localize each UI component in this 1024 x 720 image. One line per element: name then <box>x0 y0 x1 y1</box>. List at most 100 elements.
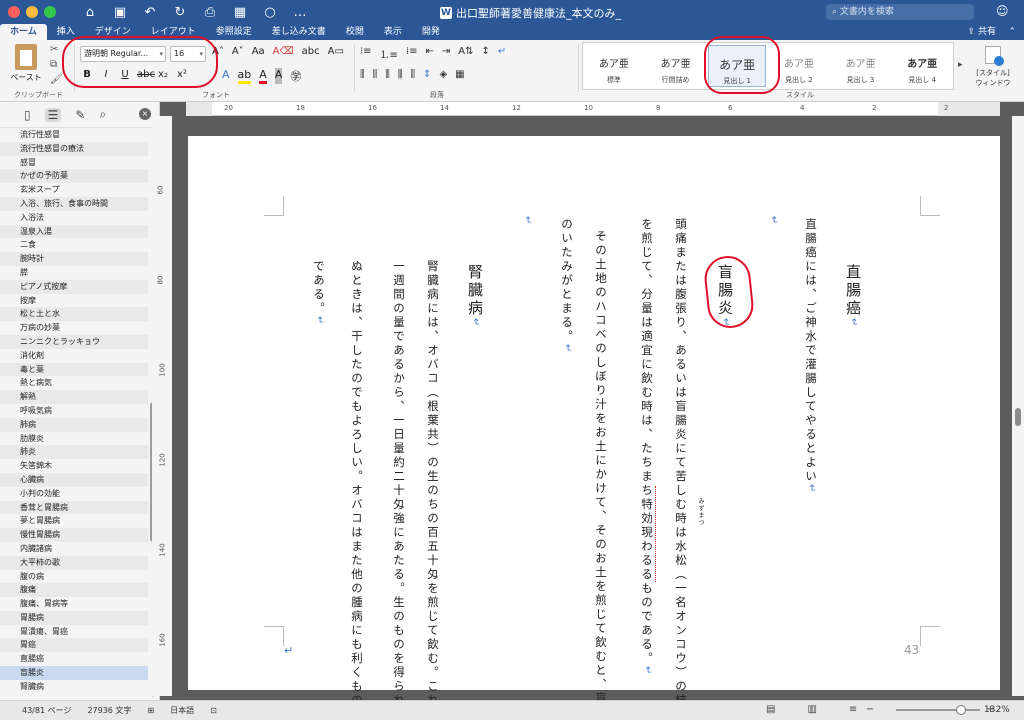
search-input[interactable]: ⌕ 文書内を検索 <box>826 4 974 20</box>
sidebar-item[interactable]: 按摩 <box>0 294 148 308</box>
sidebar-item[interactable]: 流行性感冒 <box>0 128 148 142</box>
text-line[interactable]: 頭痛または腹張り、あるいは盲腸炎にて苦しむ時は水松（一名オンコウ）の枝 <box>672 218 690 708</box>
shrink-font-icon[interactable]: A˅ <box>232 46 244 57</box>
text-line[interactable]: その土地のハコベのしぼり汁をお土にかけて、そのお土を煎じて飲むと、盲腸 <box>592 230 610 720</box>
tab-mailings[interactable]: 差し込み文書 <box>262 24 336 40</box>
close-window-button[interactable] <box>8 6 20 18</box>
gallery-more-icon[interactable]: ▸ <box>958 60 963 70</box>
sidebar-item[interactable]: 肺炎 <box>0 445 148 460</box>
character-shading-icon[interactable]: A <box>274 68 283 84</box>
sidebar-item[interactable]: 万病の妙薬 <box>0 321 148 335</box>
track-changes-icon[interactable]: ⊡ <box>210 706 217 715</box>
sidebar-item[interactable]: 腹痛 <box>0 583 148 598</box>
page-count[interactable]: 43/81 ページ <box>22 705 71 716</box>
more-icon[interactable]: … <box>292 5 308 20</box>
tab-view[interactable]: 表示 <box>374 24 412 40</box>
search-icon[interactable]: ⌕ <box>99 107 106 122</box>
text-line[interactable]: ぬときは、干したのでもよろしい。オバコはまた他の腫病にも利くもの <box>348 260 366 708</box>
sidebar-item[interactable]: 入浴、旅行、食事の時間 <box>0 196 148 211</box>
distribute-icon[interactable]: ⫼ <box>410 69 415 80</box>
justify-icon[interactable]: ⫼ <box>397 69 403 80</box>
styles-pane-button[interactable]: [スタイル] ウィンドウ <box>968 46 1018 88</box>
sidebar-item[interactable]: 入浴法 <box>0 211 148 225</box>
sidebar-item[interactable]: 腕時計 <box>0 252 148 266</box>
home-icon[interactable]: ⌂ <box>82 5 98 20</box>
print-layout-icon[interactable]: ▤ <box>766 704 775 715</box>
sidebar-item[interactable]: ニンニクとラッキョウ <box>0 334 148 349</box>
sidebar-item[interactable]: 腹痛、胃病等 <box>0 597 148 611</box>
sidebar-item[interactable]: 温泉入湯 <box>0 224 148 239</box>
text-line[interactable]: のいたみがとまる。↵ <box>558 218 576 355</box>
vertical-ruler[interactable]: 60 80 100 120 140 160 <box>152 116 172 696</box>
draft-view-icon[interactable]: ≡ <box>849 704 857 715</box>
style-heading-3[interactable]: あア亜 見出し 3 <box>832 45 890 87</box>
sidebar-item[interactable]: 二食 <box>0 238 148 252</box>
sidebar-item[interactable]: 内臓諸病 <box>0 542 148 556</box>
sidebar-item[interactable]: 呼吸気病 <box>0 404 148 418</box>
save-icon[interactable]: ▣ <box>112 5 128 20</box>
word-count[interactable]: 27936 文字 <box>87 705 131 716</box>
horizontal-ruler[interactable]: 20 18 16 14 12 10 8 6 4 2 2 <box>186 102 1000 116</box>
numbering-icon[interactable]: ⒈≡ <box>380 46 398 61</box>
character-border-icon[interactable]: A▭ <box>328 46 344 57</box>
sidebar-item[interactable]: 解熱 <box>0 390 148 404</box>
tab-developer[interactable]: 開発 <box>412 24 450 40</box>
language-status[interactable]: 日本語 <box>170 705 194 716</box>
sidebar-item[interactable]: 胃潰瘍、胃癌 <box>0 625 148 639</box>
sidebar-item[interactable]: 胃腸病 <box>0 610 148 625</box>
font-color-icon[interactable]: A <box>259 68 267 84</box>
sidebar-item[interactable]: 腹の病 <box>0 570 148 584</box>
undo-icon[interactable]: ↶ <box>142 5 158 20</box>
clear-formatting-icon[interactable]: A⌫ <box>273 46 294 57</box>
highlight-icon[interactable]: ab <box>237 68 252 84</box>
text-line[interactable]: 直腸癌には、ご神水で灌腸してやるとよい↵ <box>802 218 820 495</box>
style-heading-4[interactable]: あア亜 見出し 4 <box>893 45 951 87</box>
sidebar-item[interactable]: 毒と薬 <box>0 362 148 377</box>
tab-home[interactable]: ホーム <box>0 24 47 40</box>
shading-icon[interactable]: ◈ <box>439 69 447 80</box>
bullets-icon[interactable]: ⁝≡ <box>360 46 372 61</box>
sidebar-item[interactable]: 腎臓病 <box>0 680 148 694</box>
scrollbar-thumb[interactable] <box>1015 408 1021 426</box>
document-page[interactable]: 直腸癌↵ 直腸癌には、ご神水で灌腸してやるとよい↵ ↵ 盲腸炎↵ みずまつ 頭痛… <box>188 136 1000 720</box>
web-layout-icon[interactable]: ▥ <box>807 704 816 715</box>
zoom-slider[interactable] <box>896 704 981 715</box>
zoom-slider-knob[interactable] <box>956 704 967 715</box>
zoom-level[interactable]: 132% <box>984 705 1010 715</box>
sidebar-item[interactable]: 膵 <box>0 266 148 280</box>
sidebar-item[interactable]: 胃癌 <box>0 638 148 653</box>
close-icon[interactable]: × <box>139 108 151 120</box>
sidebar-item[interactable]: 心臓病 <box>0 472 148 487</box>
sidebar-item[interactable]: 松と土と水 <box>0 307 148 322</box>
thumbnails-icon[interactable]: ▯ <box>24 108 31 122</box>
sidebar-item[interactable]: 肺病 <box>0 417 148 432</box>
increase-indent-icon[interactable]: ⇥ <box>442 46 450 61</box>
sidebar-item[interactable]: ピアノ式按摩 <box>0 279 148 294</box>
borders-icon[interactable]: ▦ <box>455 69 464 80</box>
minimize-window-button[interactable] <box>26 6 38 18</box>
document-map-icon[interactable]: ☰ <box>44 107 62 122</box>
maximize-window-button[interactable] <box>44 6 56 18</box>
zoom-out-icon[interactable]: − <box>866 704 874 715</box>
print-icon[interactable]: ⎙ <box>202 5 218 20</box>
line-spacing-icon[interactable]: ⇕ <box>423 69 431 80</box>
decrease-indent-icon[interactable]: ⇤ <box>426 46 434 61</box>
style-no-spacing[interactable]: あア亜 行間詰め <box>647 45 705 87</box>
heading-rectal-cancer[interactable]: 直腸癌↵ <box>844 264 862 329</box>
feedback-smile-icon[interactable]: ☺ <box>996 4 1009 18</box>
sidebar-item[interactable]: 玄米スープ <box>0 183 148 197</box>
sidebar-item[interactable]: 大平柿の歌 <box>0 555 148 570</box>
text-line[interactable]: 一週間の量であるから、一日量約二十匁強にあたる。生のものを得られ <box>390 260 408 708</box>
sidebar-item[interactable]: 小判の効能 <box>0 487 148 501</box>
redo-icon[interactable]: ↻ <box>172 5 188 20</box>
document-scrollbar[interactable] <box>1012 116 1024 696</box>
proofing-icon[interactable]: ⊞ <box>147 706 154 715</box>
multilevel-list-icon[interactable]: ⁞≡ <box>406 46 418 61</box>
collapse-ribbon-icon[interactable]: ⌃ <box>1008 24 1016 40</box>
show-marks-icon[interactable]: ↵ <box>498 46 506 61</box>
tab-references[interactable]: 参照設定 <box>206 24 262 40</box>
change-case-icon[interactable]: Aa <box>252 46 265 57</box>
sidebar-item[interactable]: 流行性感冒の療法 <box>0 141 148 156</box>
sidebar-item[interactable]: 慢性胃腸病 <box>0 528 148 542</box>
text-line[interactable]: である。↵ <box>310 260 328 327</box>
